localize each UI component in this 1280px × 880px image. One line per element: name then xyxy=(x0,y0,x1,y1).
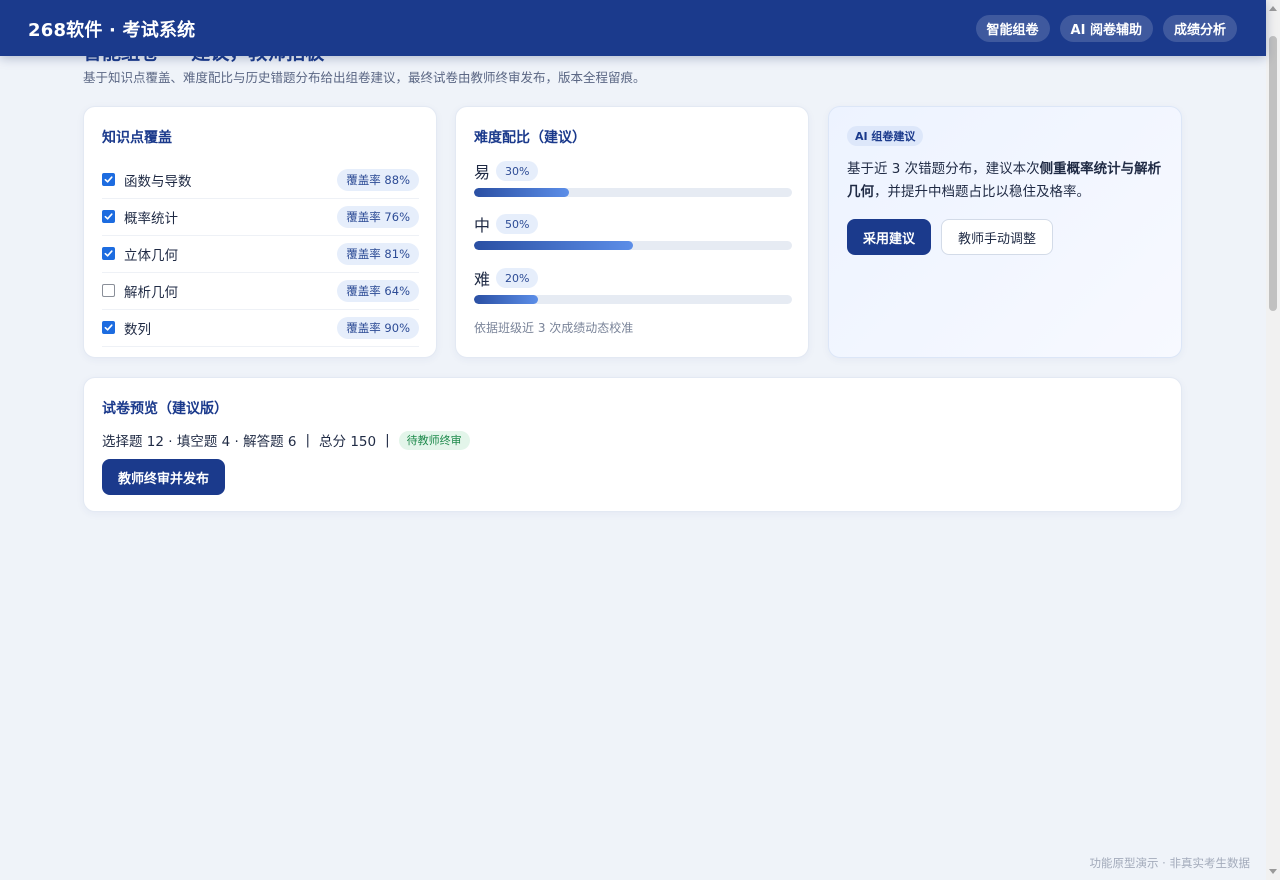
difficulty-bar-track xyxy=(474,295,792,304)
knowledge-card-title: 知识点覆盖 xyxy=(102,130,172,146)
check-icon xyxy=(104,324,113,331)
knowledge-point-checkbox[interactable] xyxy=(102,210,115,223)
paper-preview-card: 试卷预览（建议版） 选择题 12 · 填空题 4 · 解答题 6 | 总分 15… xyxy=(83,377,1182,512)
top-nav: 智能组卷 AI 阅卷辅助 成绩分析 xyxy=(975,15,1237,42)
difficulty-level-label: 难 xyxy=(474,270,491,289)
knowledge-point-list: 函数与导数 覆盖率 88% 概率统计 覆盖率 76% 立体几何 覆盖率 81% 解析几何 覆盖… xyxy=(102,162,419,347)
ai-suggestion-tag: AI 组卷建议 xyxy=(847,126,924,146)
page-subtitle: 基于知识点覆盖、难度配比与历史错题分布给出组卷建议，最终试卷由教师终审发布，版本… xyxy=(83,70,646,85)
knowledge-point-row: 数列 覆盖率 90% xyxy=(102,310,419,347)
knowledge-point-checkbox[interactable] xyxy=(102,284,115,297)
knowledge-point-row: 解析几何 覆盖率 64% xyxy=(102,273,419,310)
knowledge-point-checkbox[interactable] xyxy=(102,247,115,260)
separator: | xyxy=(385,432,390,448)
difficulty-bar-fill xyxy=(474,188,570,197)
difficulty-ratio-card: 难度配比（建议） 易 30% 中 50% 难 20% 依据班级近 3 次成绩动态… xyxy=(455,106,809,358)
difficulty-hard: 难 20% xyxy=(474,267,792,304)
knowledge-point-row: 概率统计 覆盖率 76% xyxy=(102,199,419,236)
nav-score-analysis[interactable]: 成绩分析 xyxy=(1162,15,1237,42)
difficulty-bar-track xyxy=(474,188,792,197)
brand-title: 268软件 · 考试系统 xyxy=(28,20,196,41)
knowledge-coverage-card: 知识点覆盖 函数与导数 覆盖率 88% 概率统计 覆盖率 76% 立体几何 覆盖率 81%… xyxy=(83,106,437,358)
manual-adjust-button[interactable]: 教师手动调整 xyxy=(941,219,1054,255)
difficulty-percent-badge: 20% xyxy=(496,268,539,288)
knowledge-point-main: 函数与导数 xyxy=(102,170,192,190)
knowledge-point-name: 数列 xyxy=(124,321,151,338)
difficulty-easy: 易 30% xyxy=(474,160,792,197)
knowledge-point-row: 立体几何 覆盖率 81% xyxy=(102,236,419,273)
adopt-suggestion-button[interactable]: 采用建议 xyxy=(847,219,932,255)
knowledge-point-name: 函数与导数 xyxy=(124,173,192,190)
check-icon xyxy=(104,250,113,257)
difficulty-percent-badge: 30% xyxy=(496,161,539,181)
knowledge-point-checkbox[interactable] xyxy=(102,173,115,186)
nav-smart-compose[interactable]: 智能组卷 xyxy=(975,15,1050,42)
difficulty-level-label: 中 xyxy=(474,216,491,235)
check-icon xyxy=(104,213,113,220)
knowledge-point-row: 函数与导数 覆盖率 88% xyxy=(102,162,419,199)
page-scrollbar[interactable] xyxy=(1266,0,1280,880)
knowledge-point-name: 概率统计 xyxy=(124,210,178,227)
coverage-badge: 覆盖率 90% xyxy=(337,316,419,339)
coverage-badge: 覆盖率 81% xyxy=(337,242,419,265)
knowledge-point-name: 解析几何 xyxy=(124,284,178,301)
knowledge-point-main: 概率统计 xyxy=(102,207,178,227)
difficulty-bar-fill xyxy=(474,295,538,304)
difficulty-medium: 中 50% xyxy=(474,213,792,250)
ai-text-suffix: ，并提升中档题占比以稳住及格率。 xyxy=(874,184,1090,200)
difficulty-bar-fill xyxy=(474,241,633,250)
difficulty-percent-badge: 50% xyxy=(496,214,539,234)
knowledge-point-checkbox[interactable] xyxy=(102,321,115,334)
scroll-up-arrow-icon[interactable] xyxy=(1269,6,1277,11)
question-count-summary: 选择题 12 · 填空题 4 · 解答题 6 xyxy=(102,434,297,450)
preview-card-title: 试卷预览（建议版） xyxy=(102,401,228,417)
top-navbar: 268软件 · 考试系统 智能组卷 AI 阅卷辅助 成绩分析 xyxy=(0,0,1266,56)
difficulty-bar-track xyxy=(474,241,792,250)
knowledge-point-name: 立体几何 xyxy=(124,247,178,264)
nav-ai-grading[interactable]: AI 阅卷辅助 xyxy=(1059,15,1153,42)
footer-disclaimer: 功能原型演示 · 非真实考生数据 xyxy=(1089,856,1250,870)
coverage-badge: 覆盖率 64% xyxy=(337,279,419,302)
ai-text-prefix: 基于近 3 次错题分布，建议本次 xyxy=(847,161,1040,177)
difficulty-level-label: 易 xyxy=(474,163,491,182)
separator: | xyxy=(305,432,311,448)
knowledge-point-main: 数列 xyxy=(102,318,151,338)
ai-suggestion-card: AI 组卷建议 基于近 3 次错题分布，建议本次侧重概率统计与解析几何，并提升中… xyxy=(828,106,1182,358)
total-score: 总分 150 xyxy=(319,434,377,450)
scroll-down-arrow-icon[interactable] xyxy=(1269,869,1277,874)
publish-button[interactable]: 教师终审并发布 xyxy=(102,459,226,495)
knowledge-point-main: 立体几何 xyxy=(102,244,178,264)
scrollbar-thumb[interactable] xyxy=(1269,36,1277,311)
preview-summary-line: 选择题 12 · 填空题 4 · 解答题 6 | 总分 150 | 待教师终审 xyxy=(102,430,470,450)
coverage-badge: 覆盖率 88% xyxy=(337,168,419,191)
difficulty-card-title: 难度配比（建议） xyxy=(474,130,586,146)
status-badge: 待教师终审 xyxy=(398,430,470,450)
difficulty-note: 依据班级近 3 次成绩动态校准 xyxy=(474,321,634,335)
knowledge-point-main: 解析几何 xyxy=(102,281,178,301)
coverage-badge: 覆盖率 76% xyxy=(337,205,419,228)
check-icon xyxy=(104,176,113,183)
ai-suggestion-text: 基于近 3 次错题分布，建议本次侧重概率统计与解析几何，并提升中档题占比以稳住及… xyxy=(847,158,1165,204)
